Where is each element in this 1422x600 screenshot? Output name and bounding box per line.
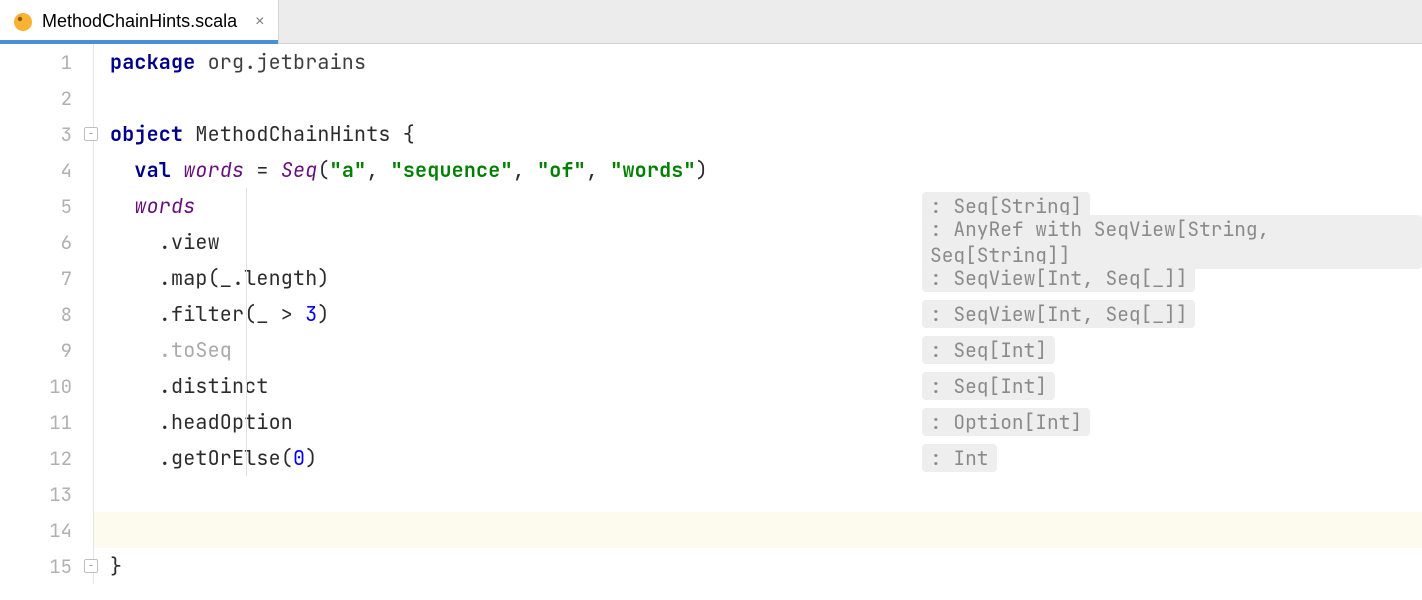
type-hint: : SeqView[Int, Seq[_]] xyxy=(922,264,1195,292)
scala-file-icon xyxy=(12,11,34,33)
line-number: 7 xyxy=(0,266,72,291)
code-line[interactable]: 6 .view: AnyRef with SeqView[String, Seq… xyxy=(94,224,1422,260)
type-hint: : Seq[Int] xyxy=(922,336,1055,364)
line-number: 11 xyxy=(0,410,72,435)
line-number: 6 xyxy=(0,230,72,255)
code-line[interactable]: 10 .distinct: Seq[Int] xyxy=(94,368,1422,404)
code-line[interactable]: 11 .headOption: Option[Int] xyxy=(94,404,1422,440)
line-number: 5 xyxy=(0,194,72,219)
type-hint: : Seq[Int] xyxy=(922,372,1055,400)
type-hint: : Int xyxy=(922,444,997,472)
line-number: 15 xyxy=(0,554,72,579)
code-line[interactable]: 4 val words = Seq("a", "sequence", "of",… xyxy=(94,152,1422,188)
code-line[interactable]: 15−} xyxy=(94,548,1422,584)
code-line[interactable]: 14 xyxy=(94,512,1422,548)
line-number: 13 xyxy=(0,482,72,507)
code-content[interactable]: object MethodChainHints { xyxy=(94,121,1422,147)
close-icon[interactable]: × xyxy=(251,13,268,31)
line-number: 8 xyxy=(0,302,72,327)
indent-guide xyxy=(246,260,247,296)
indent-guide xyxy=(246,224,247,260)
code-content[interactable]: } xyxy=(94,553,1422,579)
indent-guide xyxy=(246,188,247,224)
code-content[interactable]: .toSeq xyxy=(94,337,1422,363)
line-number: 14 xyxy=(0,518,72,543)
code-content[interactable]: .getOrElse(0) xyxy=(94,445,1422,471)
fold-icon[interactable]: − xyxy=(84,559,98,573)
tab-filename: MethodChainHints.scala xyxy=(42,11,237,32)
editor-area[interactable]: 1package org.jetbrains23−object MethodCh… xyxy=(0,44,1422,584)
code-line[interactable]: 9 .toSeq: Seq[Int] xyxy=(94,332,1422,368)
code-line[interactable]: 3−object MethodChainHints { xyxy=(94,116,1422,152)
code-line[interactable]: 13 xyxy=(94,476,1422,512)
type-hint: : SeqView[Int, Seq[_]] xyxy=(922,300,1195,328)
line-number: 10 xyxy=(0,374,72,399)
indent-guide xyxy=(246,332,247,368)
line-number: 4 xyxy=(0,158,72,183)
fold-icon[interactable]: − xyxy=(84,127,98,141)
code-content[interactable]: .filter(_ > 3) xyxy=(94,301,1422,327)
indent-guide xyxy=(246,368,247,404)
line-number: 1 xyxy=(0,50,72,75)
tab-bar: MethodChainHints.scala × xyxy=(0,0,1422,44)
indent-guide xyxy=(246,404,247,440)
indent-guide xyxy=(246,440,247,476)
code-line[interactable]: 12 .getOrElse(0): Int xyxy=(94,440,1422,476)
line-number: 2 xyxy=(0,86,72,111)
indent-guide xyxy=(246,296,247,332)
editor-tab[interactable]: MethodChainHints.scala × xyxy=(0,0,279,43)
code-content[interactable]: val words = Seq("a", "sequence", "of", "… xyxy=(94,157,1422,183)
line-number: 3 xyxy=(0,122,72,147)
code-content[interactable]: package org.jetbrains xyxy=(94,49,1422,75)
code-content[interactable]: .map(_.length) xyxy=(94,265,1422,291)
code-line[interactable]: 8 .filter(_ > 3): SeqView[Int, Seq[_]] xyxy=(94,296,1422,332)
line-number: 9 xyxy=(0,338,72,363)
line-number: 12 xyxy=(0,446,72,471)
code-line[interactable]: 7 .map(_.length): SeqView[Int, Seq[_]] xyxy=(94,260,1422,296)
code-container[interactable]: 1package org.jetbrains23−object MethodCh… xyxy=(94,44,1422,584)
code-line[interactable]: 2 xyxy=(94,80,1422,116)
code-content[interactable]: .headOption xyxy=(94,409,1422,435)
type-hint: : Option[Int] xyxy=(922,408,1090,436)
code-content[interactable]: .distinct xyxy=(94,373,1422,399)
code-line[interactable]: 1package org.jetbrains xyxy=(94,44,1422,80)
